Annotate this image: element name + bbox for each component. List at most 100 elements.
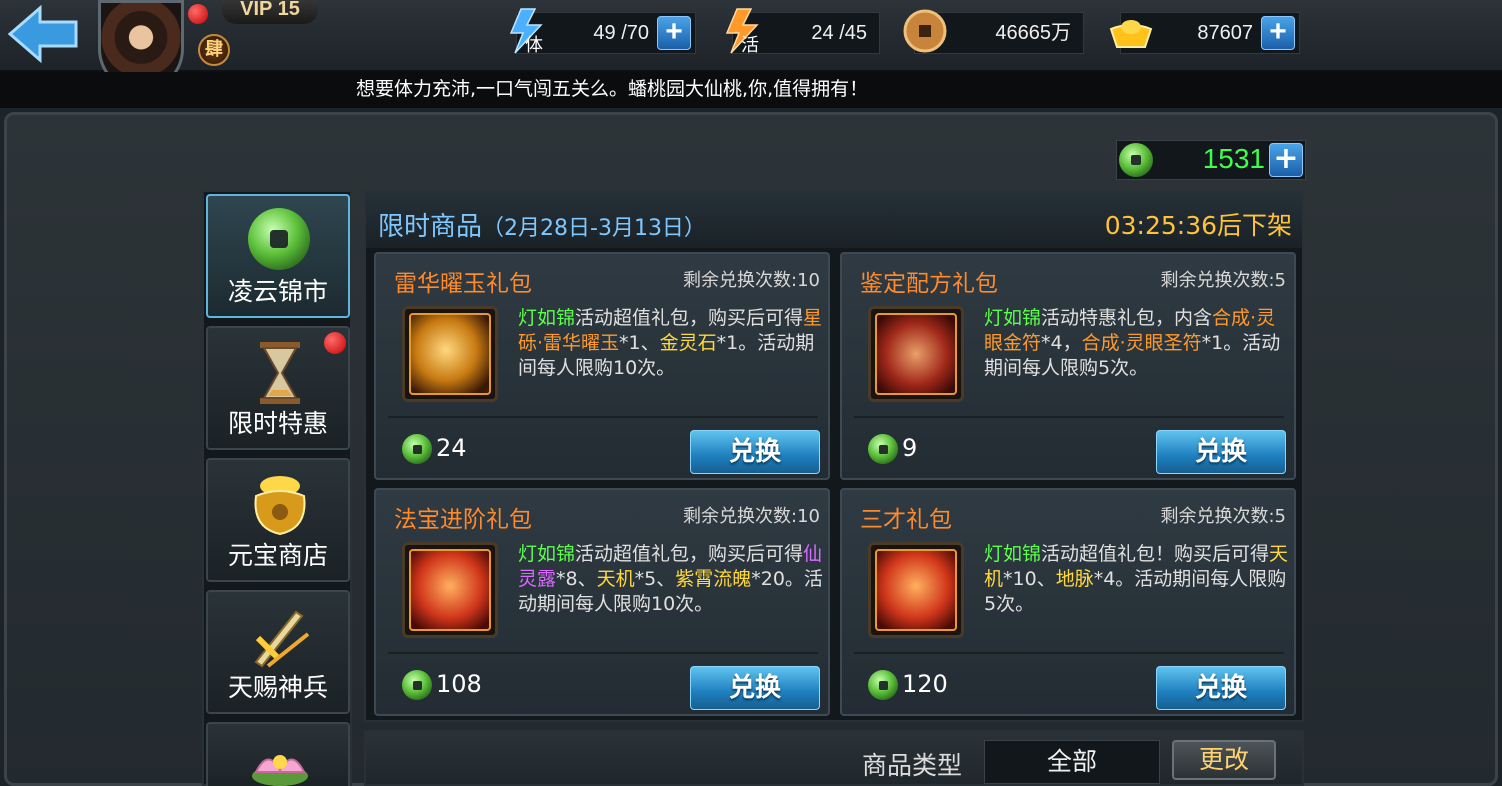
- remaining-count: 剩余兑换次数:10: [683, 270, 820, 291]
- divider: [854, 652, 1284, 654]
- highlight-text: 紫霄流魄: [675, 568, 752, 590]
- copper-coin-icon: [901, 7, 949, 55]
- product-card: 雷华曜玉礼包 剩余兑换次数:10 灯如锦活动超值礼包，购买后可得星砾·雷华曜玉*…: [374, 252, 830, 480]
- add-stamina-button[interactable]: +: [657, 16, 691, 50]
- notification-dot: [188, 4, 208, 24]
- page-title: 限时商品（2月28日-3月13日）: [378, 206, 706, 243]
- price: 24: [402, 434, 467, 464]
- change-button[interactable]: 更改: [1172, 740, 1276, 780]
- add-jade-button[interactable]: +: [1269, 143, 1303, 177]
- price-value: 108: [436, 670, 482, 698]
- product-name: 法宝进阶礼包: [394, 507, 532, 533]
- highlight-text: 金灵石: [659, 332, 717, 354]
- price-value: 9: [902, 434, 918, 462]
- product-description: 灯如锦活动超值礼包！购买后可得天机*10、地脉*4。活动期间每人限购5次。: [984, 542, 1290, 617]
- jade-coin-icon: [248, 208, 312, 274]
- sword-icon: [248, 604, 312, 670]
- stamina-value: 49 /70: [593, 22, 649, 44]
- highlight-text: 合成·灵眼圣符: [1081, 332, 1202, 354]
- product-thumbnail[interactable]: [868, 306, 964, 402]
- description-text: 活动超值礼包！购买后可得: [1041, 543, 1270, 565]
- product-name: 鉴定配方礼包: [860, 271, 998, 297]
- back-arrow-icon[interactable]: [6, 4, 80, 64]
- price: 120: [868, 670, 948, 700]
- product-thumbnail[interactable]: [868, 542, 964, 638]
- filter-label: 商品类型: [862, 751, 963, 780]
- description-text: 活动超值礼包，购买后可得: [575, 543, 804, 565]
- divider: [388, 652, 818, 654]
- exchange-button[interactable]: 兑换: [1156, 666, 1286, 710]
- highlight-text: 灯如锦: [518, 307, 576, 329]
- shop-sidebar: 凌云锦市 限时特惠 元宝商店 天赐神兵: [202, 190, 352, 786]
- exchange-button[interactable]: 兑换: [690, 430, 820, 474]
- description-text: 活动超值礼包，购买后可得: [575, 307, 804, 329]
- divider: [388, 416, 818, 418]
- treasure-chest-icon: [875, 313, 957, 395]
- svg-text:体: 体: [525, 35, 543, 55]
- jade-coin-icon: [402, 670, 432, 700]
- price-value: 120: [902, 670, 948, 698]
- jade-coin-icon: [402, 434, 432, 464]
- description-text: *8、: [556, 568, 597, 590]
- description-text: 活动特惠礼包，内含: [1041, 307, 1213, 329]
- description-text: *4，: [1041, 332, 1082, 354]
- jade-coin-icon: [868, 670, 898, 700]
- product-card: 鉴定配方礼包 剩余兑换次数:5 灯如锦活动特惠礼包，内含合成·灵眼金符*4，合成…: [840, 252, 1296, 480]
- product-list: 限时商品（2月28日-3月13日） 03:25:36后下架 雷华曜玉礼包 剩余兑…: [364, 190, 1304, 722]
- list-header: 限时商品（2月28日-3月13日） 03:25:36后下架: [366, 192, 1302, 248]
- stamina-icon: 体: [503, 7, 551, 56]
- gold-ingot-icon: [1107, 7, 1155, 55]
- jade-balance-value: 1531: [1202, 143, 1265, 174]
- lotus-icon: [248, 740, 312, 786]
- remaining-count: 剩余兑换次数:5: [1160, 506, 1286, 527]
- description-text: *1、: [619, 332, 660, 354]
- vitality-value: 24 /45: [811, 22, 867, 44]
- exchange-button[interactable]: 兑换: [690, 666, 820, 710]
- notification-dot: [324, 332, 346, 354]
- stamina-display: 体 49 /70 +: [509, 8, 696, 56]
- vip-level: VIP 15: [222, 0, 318, 24]
- price: 9: [868, 434, 917, 464]
- svg-text:活: 活: [741, 35, 759, 55]
- category-select[interactable]: 全部: [984, 740, 1160, 784]
- remaining-count: 剩余兑换次数:5: [1160, 270, 1286, 291]
- sidebar-item-lingyun-market[interactable]: 凌云锦市: [206, 194, 350, 318]
- divider: [854, 416, 1284, 418]
- filter-bar: 商品类型 全部 更改: [364, 730, 1304, 786]
- highlight-text: 天机: [596, 568, 635, 590]
- highlight-text: 地脉: [1055, 568, 1094, 590]
- treasure-pot-icon: [248, 472, 312, 538]
- hourglass-icon: [248, 340, 312, 406]
- highlight-text: 灯如锦: [984, 543, 1042, 565]
- exchange-button[interactable]: 兑换: [1156, 430, 1286, 474]
- sidebar-item-yuanbao-shop[interactable]: 元宝商店: [206, 458, 350, 582]
- product-thumbnail[interactable]: [402, 306, 498, 402]
- jade-coin-icon: [868, 434, 898, 464]
- sidebar-item-label: 限时特惠: [227, 409, 328, 438]
- highlight-text: 灯如锦: [984, 307, 1042, 329]
- sidebar-item-more[interactable]: [206, 722, 350, 786]
- jade-crystal-icon: [409, 313, 491, 395]
- product-name: 雷华曜玉礼包: [394, 271, 532, 297]
- vitality-display: 活 24 /45: [725, 8, 880, 56]
- date-range: （2月28日-3月13日）: [482, 216, 706, 241]
- product-thumbnail[interactable]: [402, 542, 498, 638]
- countdown-timer: 03:25:36后下架: [1104, 211, 1292, 240]
- sidebar-item-divine-weapon[interactable]: 天赐神兵: [206, 590, 350, 714]
- gold-display: 87607 +: [1109, 12, 1300, 54]
- copper-display: 46665万: [903, 9, 1084, 54]
- sidebar-item-label: 凌云锦市: [227, 277, 328, 306]
- product-card: 法宝进阶礼包 剩余兑换次数:10 灯如锦活动超值礼包，购买后可得仙灵露*8、天机…: [374, 488, 830, 716]
- highlight-text: 灯如锦: [518, 543, 576, 565]
- sidebar-item-limited-offer[interactable]: 限时特惠: [206, 326, 350, 450]
- description-text: *10、: [1003, 568, 1056, 590]
- top-bar: 肆 VIP 15 体 49 /70 + 活 24 /45 46665万 8760…: [0, 0, 1502, 92]
- product-description: 灯如锦活动超值礼包，购买后可得仙灵露*8、天机*5、紫霄流魄*20。活动期间每人…: [518, 542, 824, 617]
- add-gold-button[interactable]: +: [1261, 16, 1295, 50]
- gift-box-icon: [409, 549, 491, 631]
- gift-box-icon: [875, 549, 957, 631]
- copper-value: 46665万: [995, 22, 1071, 44]
- announcement-marquee: 想要体力充沛,一口气闯五关么。蟠桃园大仙桃,你,值得拥有！: [0, 72, 1502, 108]
- vitality-icon: 活: [719, 7, 767, 56]
- gold-value: 87607: [1197, 22, 1253, 44]
